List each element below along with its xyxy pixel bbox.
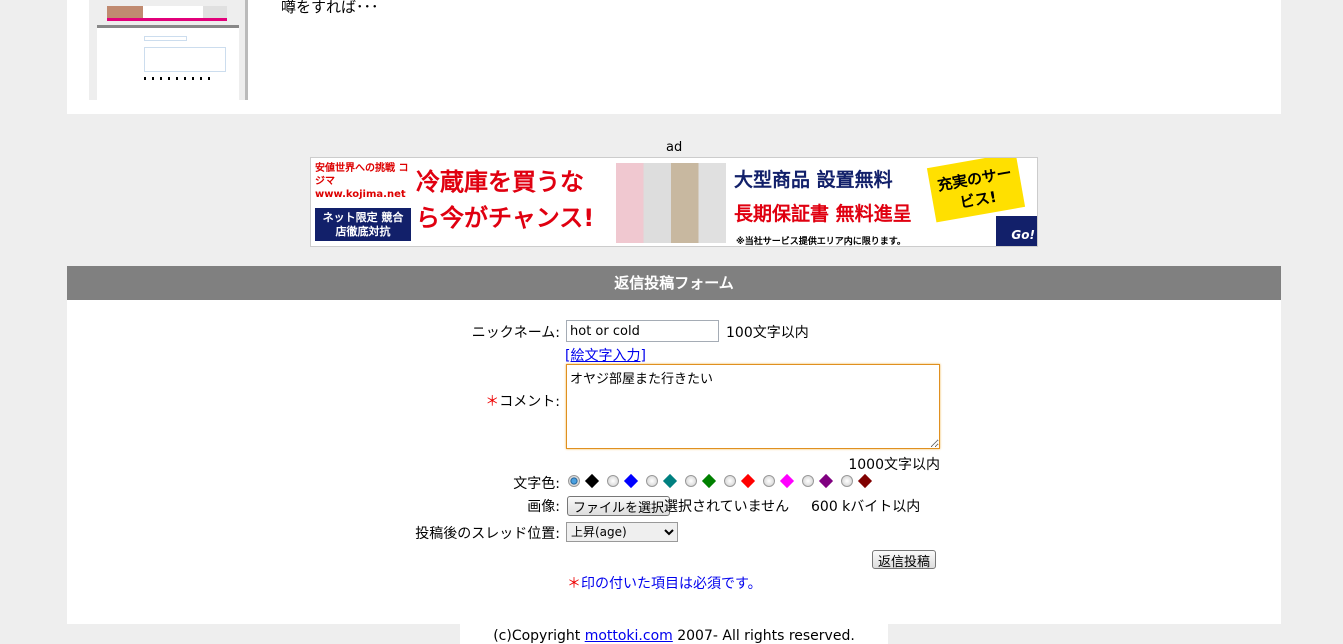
thread-preview-text: 噂をすれば･･･	[281, 0, 379, 16]
footer: (c)Copyright mottoki.com 2007- All right…	[460, 624, 888, 644]
required-note: ＊印の付いた項目は必須です。	[567, 573, 762, 593]
color-radio[interactable]	[802, 475, 814, 487]
color-swatch-icon	[701, 473, 717, 489]
color-swatch-icon	[662, 473, 678, 489]
ad-banner[interactable]: 安値世界への挑戦 コジマ www.kojima.net ネット限定 競合店徹底対…	[310, 157, 1038, 247]
copyright-suffix: 2007- All rights reserved.	[672, 628, 855, 644]
color-option[interactable]	[607, 473, 642, 489]
thread-panel	[67, 0, 1281, 114]
ad-fridge-image	[616, 163, 726, 243]
choose-file-button[interactable]: ファイルを選択	[567, 496, 671, 516]
nickname-label: ニックネーム:	[471, 325, 560, 341]
comment-limit: 1000文字以内	[848, 457, 940, 473]
color-radio[interactable]	[841, 475, 853, 487]
emoji-input-link[interactable]: [絵文字入力]	[565, 345, 646, 365]
color-radio[interactable]	[607, 475, 619, 487]
ad-net-limited: ネット限定 競合店徹底対抗	[315, 208, 411, 241]
ad-label: ad	[666, 140, 683, 155]
ad-go-button[interactable]: Go!	[996, 216, 1037, 246]
thread-position-label: 投稿後のスレッド位置:	[415, 526, 560, 542]
color-swatch-icon	[818, 473, 834, 489]
form-header: 返信投稿フォーム	[67, 266, 1281, 300]
color-swatch-icon	[623, 473, 639, 489]
nickname-input[interactable]	[566, 320, 719, 342]
thread-position-select[interactable]: 上昇(age)	[566, 522, 678, 542]
required-note-text: 印の付いた項目は必須です。	[581, 576, 762, 592]
comment-textarea[interactable]: オヤジ部屋また行きたい	[566, 364, 940, 449]
color-option[interactable]	[724, 473, 759, 489]
color-swatch-icon	[584, 473, 600, 489]
file-status: 選択されていません	[664, 499, 790, 515]
thread-image-thumbnail[interactable]	[89, 0, 248, 100]
comment-label: ＊コメント:	[260, 391, 560, 411]
ad-warranty: 長期保証書 無料進呈	[734, 203, 912, 225]
image-label: 画像:	[527, 499, 560, 515]
color-radio[interactable]	[646, 475, 658, 487]
site-link[interactable]: mottoki.com	[585, 628, 673, 644]
color-swatch-icon	[857, 473, 873, 489]
color-option[interactable]	[802, 473, 837, 489]
comment-label-text: コメント:	[499, 394, 560, 410]
color-option[interactable]	[841, 473, 876, 489]
color-option[interactable]	[685, 473, 720, 489]
ad-free-install: 大型商品 設置無料	[734, 169, 893, 191]
color-options	[568, 473, 880, 489]
kojima-logo: 安値世界への挑戦 コジマ www.kojima.net	[315, 162, 411, 204]
copyright-text: (c)Copyright	[493, 628, 585, 644]
form-title: 返信投稿フォーム	[614, 274, 734, 292]
ad-note: ※当社サービス提供エリア内に限ります。	[736, 237, 906, 247]
required-mark: ＊	[485, 394, 500, 410]
nickname-limit: 100文字以内	[726, 325, 809, 341]
color-radio[interactable]	[724, 475, 736, 487]
ad-headline: 冷蔵庫を買うなら今がチャンス!	[416, 168, 595, 232]
ad-service-badge: 充実のサービス!	[926, 158, 1026, 223]
color-radio[interactable]	[568, 475, 580, 487]
submit-reply-button[interactable]: 返信投稿	[872, 550, 937, 570]
image-limit: 600 kバイト以内	[811, 499, 921, 515]
color-swatch-icon	[779, 473, 795, 489]
color-radio[interactable]	[685, 475, 697, 487]
color-option[interactable]	[646, 473, 681, 489]
required-mark: ＊	[567, 576, 581, 592]
color-option[interactable]	[763, 473, 798, 489]
color-label: 文字色:	[513, 476, 560, 492]
color-option[interactable]	[568, 473, 603, 489]
color-swatch-icon	[740, 473, 756, 489]
color-radio[interactable]	[763, 475, 775, 487]
